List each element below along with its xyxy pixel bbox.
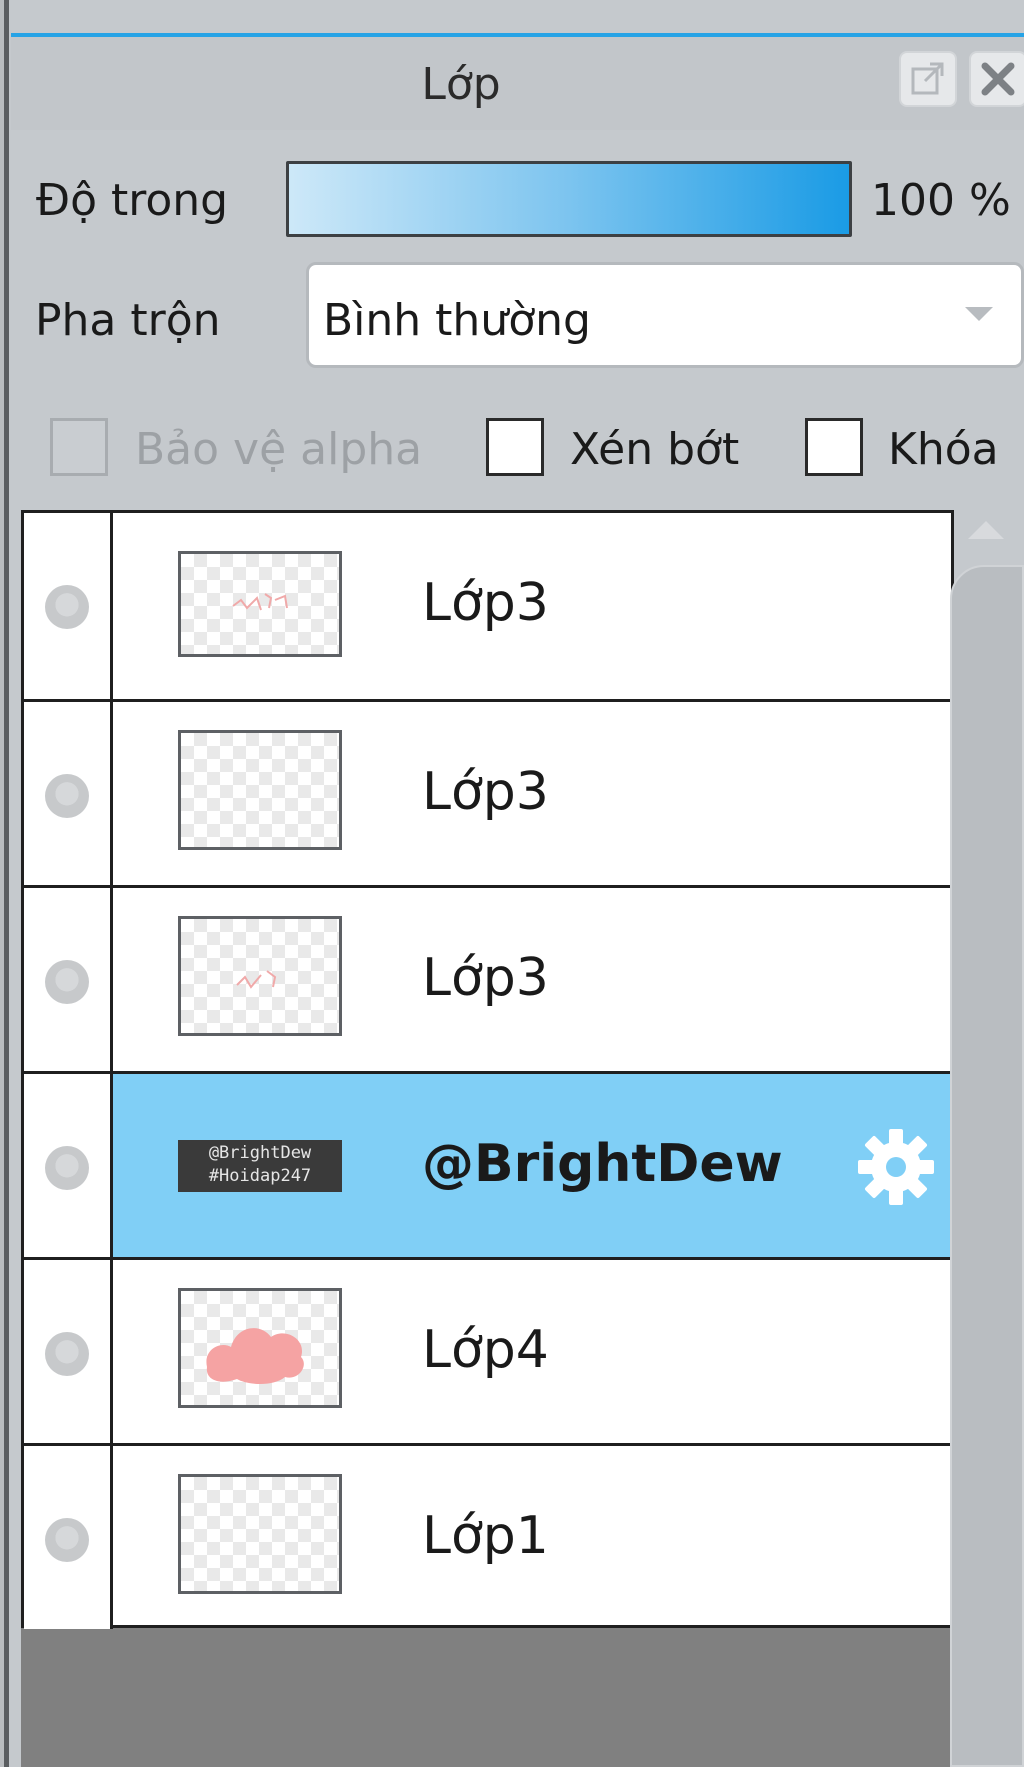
thumbnail-text-line: @BrightDew	[208, 1143, 312, 1163]
close-icon	[981, 62, 1015, 96]
opacity-value: 100 %	[871, 175, 1011, 226]
protect-alpha-checkbox[interactable]	[50, 418, 108, 476]
thumbnail-text-line: #Hoidap247	[208, 1166, 312, 1186]
panel-titlebar[interactable]: Lớp	[11, 37, 1024, 130]
scroll-up-arrow-icon[interactable]	[968, 521, 1004, 539]
layer-list[interactable]: Lớp3 Lớp3 Lớp3 @BrightDew #Hoidap247 @Br…	[21, 510, 954, 1767]
top-strip	[11, 0, 1024, 33]
float-window-button[interactable]	[899, 51, 957, 107]
layer-thumbnail	[178, 1474, 342, 1594]
layer-row[interactable]: Lớp1	[24, 1443, 951, 1629]
chevron-down-icon	[965, 307, 993, 321]
lock-label: Khóa	[888, 424, 999, 475]
visibility-dot-icon	[45, 960, 89, 1004]
layer-row[interactable]: Lớp4	[24, 1257, 951, 1443]
window-edge	[0, 0, 11, 1767]
clipping-label: Xén bớt	[570, 424, 740, 475]
float-window-icon	[911, 62, 944, 95]
scrollbar-thumb[interactable]	[950, 565, 1024, 1767]
layer-content: Lớp4	[113, 1260, 951, 1443]
layer-name: Lớp1	[422, 1506, 549, 1566]
layer-rows: Lớp3 Lớp3 Lớp3 @BrightDew #Hoidap247 @Br…	[21, 510, 954, 1629]
layer-row-selected[interactable]: @BrightDew #Hoidap247 @BrightDew	[24, 1071, 951, 1257]
layer-thumbnail	[178, 916, 342, 1036]
layer-name: @BrightDew	[422, 1134, 783, 1194]
layer-thumbnail	[178, 730, 342, 850]
visibility-toggle[interactable]	[24, 1260, 113, 1443]
visibility-toggle[interactable]	[24, 888, 113, 1071]
layers-panel: Lớp Độ trong 100 % Pha trộn Bình thường …	[11, 37, 1024, 1767]
layer-name: Lớp4	[422, 1320, 549, 1380]
protect-alpha-label: Bảo vệ alpha	[135, 424, 423, 475]
lock-checkbox[interactable]	[805, 418, 863, 476]
visibility-dot-icon	[45, 774, 89, 818]
layer-content: @BrightDew #Hoidap247 @BrightDew	[113, 1074, 951, 1257]
visibility-toggle[interactable]	[24, 1074, 113, 1257]
panel-title: Lớp	[421, 59, 501, 110]
layer-name: Lớp3	[422, 573, 549, 633]
text-layer-thumbnail: @BrightDew #Hoidap247	[178, 1140, 342, 1192]
visibility-dot-icon	[45, 585, 89, 629]
layer-content: Lớp3	[113, 513, 951, 699]
layer-content: Lớp1	[113, 1446, 951, 1629]
opacity-slider[interactable]	[286, 161, 852, 237]
layer-thumbnail	[178, 551, 342, 657]
blend-mode-label: Pha trộn	[35, 295, 221, 346]
opacity-label: Độ trong	[36, 175, 229, 226]
layer-row[interactable]: Lớp3	[24, 885, 951, 1071]
visibility-dot-icon	[45, 1146, 89, 1190]
close-panel-button[interactable]	[969, 51, 1024, 107]
clipping-checkbox[interactable]	[486, 418, 544, 476]
visibility-toggle[interactable]	[24, 702, 113, 885]
blend-mode-select[interactable]: Bình thường	[306, 262, 1024, 368]
layer-thumbnail	[178, 1288, 342, 1408]
visibility-dot-icon	[45, 1332, 89, 1376]
layer-name: Lớp3	[422, 762, 549, 822]
layer-name: Lớp3	[422, 948, 549, 1008]
visibility-dot-icon	[45, 1518, 89, 1562]
gear-icon[interactable]	[853, 1124, 939, 1210]
visibility-toggle[interactable]	[24, 513, 113, 699]
visibility-toggle[interactable]	[24, 1446, 113, 1629]
layer-row[interactable]: Lớp3	[24, 699, 951, 885]
layer-row[interactable]: Lớp3	[24, 513, 951, 699]
layer-content: Lớp3	[113, 888, 951, 1071]
blend-mode-value: Bình thường	[323, 295, 591, 346]
layer-content: Lớp3	[113, 702, 951, 885]
